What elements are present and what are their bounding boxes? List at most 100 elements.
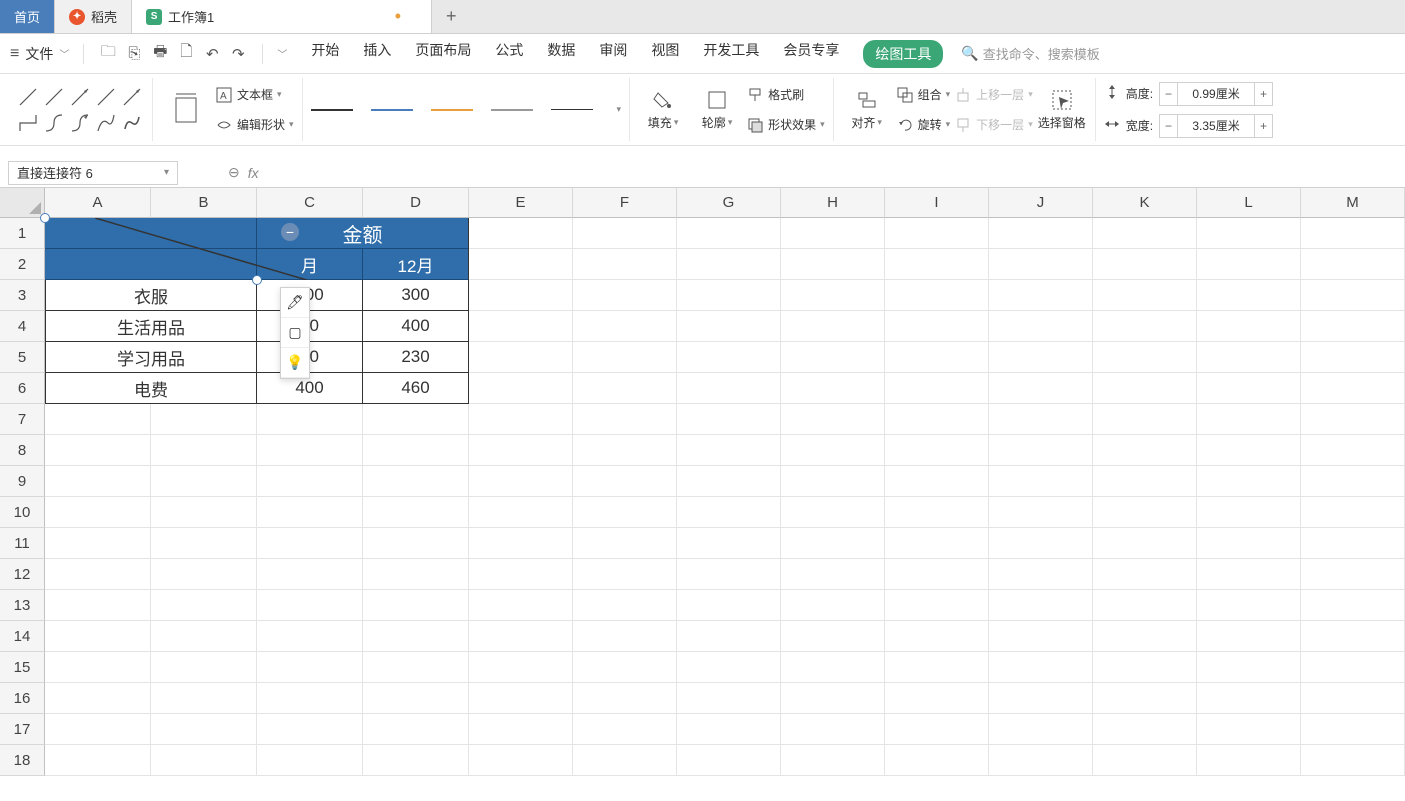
cell-empty[interactable] — [257, 528, 363, 559]
cell-empty[interactable] — [363, 621, 469, 652]
menu-view[interactable]: 视图 — [651, 40, 679, 68]
cell-empty[interactable] — [885, 218, 989, 249]
cell-empty[interactable] — [1301, 497, 1405, 528]
row-header-1[interactable]: 1 — [0, 218, 45, 249]
cell-empty[interactable] — [573, 559, 677, 590]
save-icon[interactable]: 🗀 — [98, 44, 118, 64]
col-header-I[interactable]: I — [885, 188, 989, 218]
line-style-thin[interactable] — [551, 109, 593, 110]
cell-empty[interactable] — [151, 714, 257, 745]
menu-formula[interactable]: 公式 — [495, 40, 523, 68]
tab-docer[interactable]: ✦ 稻壳 — [55, 0, 132, 33]
cell-empty[interactable] — [1301, 404, 1405, 435]
cell-empty[interactable] — [781, 404, 885, 435]
cell-empty[interactable] — [885, 714, 989, 745]
cell-empty[interactable] — [989, 497, 1093, 528]
cell-empty[interactable] — [1197, 714, 1301, 745]
cell-empty[interactable] — [1197, 342, 1301, 373]
cell-empty[interactable] — [469, 218, 573, 249]
menu-page-layout[interactable]: 页面布局 — [415, 40, 471, 68]
line-tool-10[interactable] — [120, 111, 144, 135]
cell-empty[interactable] — [1093, 559, 1197, 590]
cell-empty[interactable] — [885, 280, 989, 311]
cell-empty[interactable] — [1301, 249, 1405, 280]
cell-empty[interactable] — [45, 404, 151, 435]
cancel-formula-icon[interactable]: ⊖ — [228, 164, 240, 181]
file-menu[interactable]: 文件 — [25, 44, 53, 64]
cell-empty[interactable] — [677, 590, 781, 621]
cell-row3-d[interactable]: 230 — [363, 342, 469, 373]
cell-empty[interactable] — [677, 373, 781, 404]
cell-empty[interactable] — [573, 714, 677, 745]
cell-empty[interactable] — [1093, 683, 1197, 714]
cell-empty[interactable] — [45, 559, 151, 590]
print-icon[interactable]: 🖶 — [150, 44, 170, 64]
cell-empty[interactable] — [677, 466, 781, 497]
cell-empty[interactable] — [151, 497, 257, 528]
col-header-K[interactable]: K — [1093, 188, 1197, 218]
cell-empty[interactable] — [45, 745, 151, 776]
cell-empty[interactable] — [573, 652, 677, 683]
cell-empty[interactable] — [573, 280, 677, 311]
cell-empty[interactable] — [363, 559, 469, 590]
cell-empty[interactable] — [257, 745, 363, 776]
cell-empty[interactable] — [363, 404, 469, 435]
cell-empty[interactable] — [677, 311, 781, 342]
cell-empty[interactable] — [151, 745, 257, 776]
menu-drawing-tools[interactable]: 绘图工具 — [863, 40, 943, 68]
cell-empty[interactable] — [781, 218, 885, 249]
cell-empty[interactable] — [885, 373, 989, 404]
cell-empty[interactable] — [781, 342, 885, 373]
line-tool-4[interactable] — [94, 85, 118, 109]
cell-empty[interactable] — [1093, 280, 1197, 311]
cell-empty[interactable] — [363, 714, 469, 745]
cell-empty[interactable] — [469, 652, 573, 683]
cell-empty[interactable] — [363, 528, 469, 559]
cell-empty[interactable] — [363, 590, 469, 621]
cell-empty[interactable] — [989, 249, 1093, 280]
cell-empty[interactable] — [989, 373, 1093, 404]
cell-empty[interactable] — [885, 404, 989, 435]
cell-empty[interactable] — [989, 342, 1093, 373]
shape-handle-end[interactable] — [252, 275, 262, 285]
col-header-G[interactable]: G — [677, 188, 781, 218]
cell-row2-c[interactable]: 00 — [257, 311, 363, 342]
cell-empty[interactable] — [257, 714, 363, 745]
cell-empty[interactable] — [469, 280, 573, 311]
cell-empty[interactable] — [677, 218, 781, 249]
width-inc[interactable]: + — [1254, 115, 1272, 137]
col-header-F[interactable]: F — [573, 188, 677, 218]
cell-empty[interactable] — [257, 497, 363, 528]
tab-add-button[interactable]: + — [432, 0, 471, 33]
cell-empty[interactable] — [573, 311, 677, 342]
cell-empty[interactable] — [677, 559, 781, 590]
row-header-10[interactable]: 10 — [0, 497, 45, 528]
cell-empty[interactable] — [45, 435, 151, 466]
cell-empty[interactable] — [781, 373, 885, 404]
cell-empty[interactable] — [363, 497, 469, 528]
cell-empty[interactable] — [151, 528, 257, 559]
cell-empty[interactable] — [1093, 249, 1197, 280]
cell-empty[interactable] — [1197, 435, 1301, 466]
cell-empty[interactable] — [469, 497, 573, 528]
col-header-J[interactable]: J — [989, 188, 1093, 218]
cell-empty[interactable] — [1093, 404, 1197, 435]
cell-empty[interactable] — [1197, 652, 1301, 683]
select-all-corner[interactable] — [0, 188, 45, 218]
cell-empty[interactable] — [1301, 218, 1405, 249]
cell-empty[interactable] — [469, 621, 573, 652]
cell-empty[interactable] — [45, 528, 151, 559]
group-button[interactable]: 组合 ▾ — [896, 82, 951, 108]
cell-empty[interactable] — [469, 404, 573, 435]
cell-empty[interactable] — [1197, 497, 1301, 528]
style-gallery-expand-icon[interactable]: ▾ — [617, 104, 622, 115]
cell-empty[interactable] — [781, 683, 885, 714]
cell-empty[interactable] — [1197, 559, 1301, 590]
insert-shape-button[interactable] — [161, 90, 211, 130]
cell-empty[interactable] — [573, 373, 677, 404]
line-style-gray[interactable] — [491, 109, 533, 111]
cell-empty[interactable] — [257, 590, 363, 621]
redo-icon[interactable]: ↷ — [228, 44, 248, 64]
cell-empty[interactable] — [989, 528, 1093, 559]
cell-empty[interactable] — [1197, 621, 1301, 652]
